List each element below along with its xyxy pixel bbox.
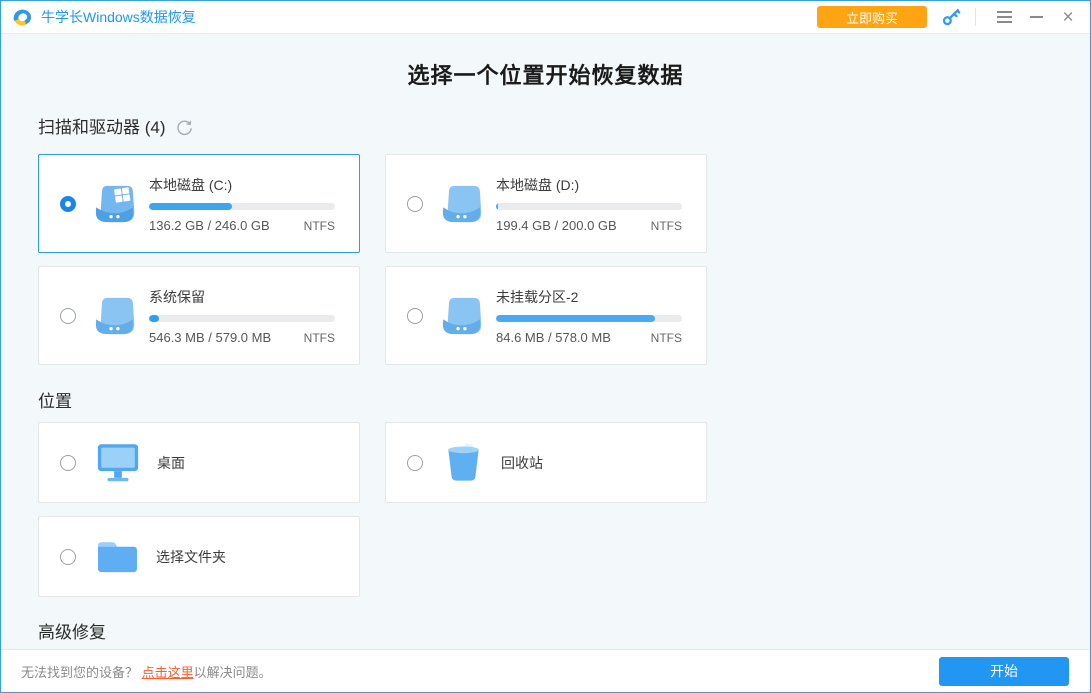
advanced-section-title: 高级修复: [38, 622, 106, 644]
radio-select-folder[interactable]: [60, 549, 76, 565]
capacity-bar-fill: [149, 203, 232, 210]
radio-unmounted-partition-2[interactable]: [407, 308, 423, 324]
filesystem-label: NTFS: [651, 331, 682, 345]
drives-section-title: 扫描和驱动器 (4): [38, 117, 166, 139]
location-card-desktop[interactable]: 桌面: [38, 422, 360, 503]
radio-drive-d[interactable]: [407, 196, 423, 212]
page-title: 选择一个位置开始恢复数据: [38, 61, 1053, 91]
section-drives: 扫描和驱动器 (4): [38, 117, 1053, 365]
brand: 牛学长Windows数据恢复: [11, 6, 196, 29]
disk-icon: [439, 296, 484, 336]
titlebar: 牛学长Windows数据恢复 立即购买: [1, 1, 1090, 34]
register-key-button[interactable]: [941, 7, 961, 27]
capacity-bar: [149, 315, 335, 322]
capacity-bar-fill: [496, 315, 655, 322]
hamburger-icon: [997, 16, 1012, 18]
drive-name: 系统保留: [149, 287, 335, 307]
locations-section-title: 位置: [38, 391, 72, 413]
recycle-bin-icon: [442, 441, 485, 484]
disk-icon: [439, 184, 484, 224]
titlebar-divider: [975, 8, 976, 26]
filesystem-label: NTFS: [304, 331, 335, 345]
location-card-grid: 桌面 回收站: [38, 422, 1053, 597]
device-help-text: 无法找到您的设备？ 点击这里以解决问题。: [21, 662, 272, 681]
disk-icon: [92, 296, 137, 336]
drive-card-local-c[interactable]: 本地磁盘 (C:) 136.2 GB / 246.0 GB NTFS: [38, 154, 360, 253]
section-locations: 位置 桌面: [38, 391, 1053, 597]
capacity-bar: [496, 203, 682, 210]
drive-card-unmounted-partition-2[interactable]: 未挂载分区-2 84.6 MB / 578.0 MB NTFS: [385, 266, 707, 365]
help-question: 无法找到您的设备？: [21, 665, 138, 680]
capacity-bar-fill: [496, 203, 498, 210]
filesystem-label: NTFS: [651, 219, 682, 233]
radio-desktop[interactable]: [60, 455, 76, 471]
drive-card-grid: 本地磁盘 (C:) 136.2 GB / 246.0 GB NTFS: [38, 154, 1053, 365]
close-icon: ×: [1062, 8, 1073, 27]
drive-name: 本地磁盘 (D:): [496, 175, 682, 195]
app-logo-icon: [11, 6, 34, 29]
location-card-select-folder[interactable]: 选择文件夹: [38, 516, 360, 597]
filesystem-label: NTFS: [304, 219, 335, 233]
app-window: 牛学长Windows数据恢复 立即购买: [0, 0, 1091, 693]
minimize-icon: [1030, 16, 1043, 18]
key-icon: [941, 7, 961, 27]
footer: 无法找到您的设备？ 点击这里以解决问题。 开始: [1, 649, 1090, 692]
radio-drive-c[interactable]: [60, 196, 76, 212]
close-button[interactable]: ×: [1054, 5, 1082, 29]
radio-system-reserved[interactable]: [60, 308, 76, 324]
buy-now-button[interactable]: 立即购买: [817, 6, 927, 28]
drive-size: 136.2 GB / 246.0 GB: [149, 218, 270, 233]
click-here-link[interactable]: 点击这里: [142, 665, 194, 680]
app-title: 牛学长Windows数据恢复: [41, 7, 196, 27]
desktop-icon: [95, 442, 141, 483]
location-label: 桌面: [157, 453, 185, 473]
section-advanced-repair: 高级修复: [38, 622, 1053, 649]
folder-icon: [95, 538, 140, 575]
main-content: 选择一个位置开始恢复数据 扫描和驱动器 (4): [1, 34, 1090, 649]
drive-size: 546.3 MB / 579.0 MB: [149, 330, 271, 345]
location-label: 回收站: [501, 453, 543, 473]
minimize-button[interactable]: [1022, 5, 1050, 29]
drive-name: 未挂载分区-2: [496, 287, 682, 307]
drive-card-local-d[interactable]: 本地磁盘 (D:) 199.4 GB / 200.0 GB NTFS: [385, 154, 707, 253]
menu-button[interactable]: [990, 5, 1018, 29]
disk-windows-icon: [92, 184, 137, 224]
drive-size: 199.4 GB / 200.0 GB: [496, 218, 617, 233]
capacity-bar-fill: [149, 315, 159, 322]
location-card-recycle-bin[interactable]: 回收站: [385, 422, 707, 503]
radio-recycle-bin[interactable]: [407, 455, 423, 471]
help-suffix: 以解决问题。: [194, 665, 272, 680]
drive-card-system-reserved[interactable]: 系统保留 546.3 MB / 579.0 MB NTFS: [38, 266, 360, 365]
drive-size: 84.6 MB / 578.0 MB: [496, 330, 611, 345]
start-button[interactable]: 开始: [939, 657, 1069, 686]
capacity-bar: [496, 315, 682, 322]
refresh-drives-button[interactable]: [176, 120, 193, 137]
drive-name: 本地磁盘 (C:): [149, 175, 335, 195]
capacity-bar: [149, 203, 335, 210]
location-label: 选择文件夹: [156, 547, 226, 567]
